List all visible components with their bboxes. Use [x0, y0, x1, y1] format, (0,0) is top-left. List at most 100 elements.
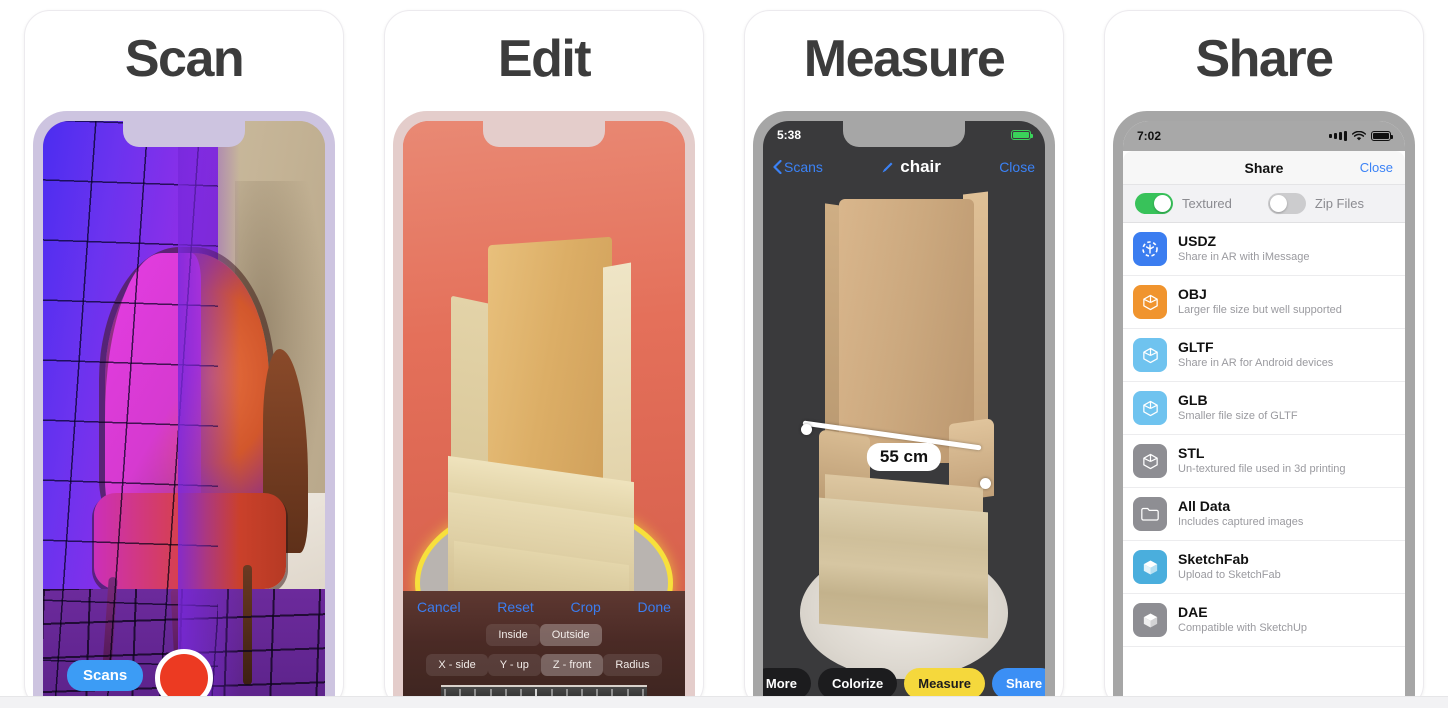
screenshot-stage: Scan Scans Edit Cancel Reset Crop Done I…: [0, 0, 1448, 708]
toggle-knob: [1269, 195, 1287, 212]
scan-name: chair: [900, 157, 941, 176]
edit-toolbar: Cancel Reset Crop Done Inside Outside X …: [403, 591, 685, 708]
segment-z-front[interactable]: Z - front: [540, 654, 604, 676]
format-subtitle: Share in AR for Android devices: [1178, 357, 1334, 370]
measurement-value-label: 55 cm: [866, 443, 942, 471]
cancel-button[interactable]: Cancel: [417, 599, 461, 615]
format-title: GLTF: [1178, 339, 1214, 356]
phone-frame-share: 7:02 Share Close Textured Zip Files USDZ…: [1113, 111, 1415, 708]
segment-radius[interactable]: Radius: [603, 654, 662, 676]
format-title: OBJ: [1178, 286, 1207, 303]
cube-outline-icon: [1133, 391, 1167, 425]
scan-title: chair: [881, 157, 941, 177]
segment-outside[interactable]: Outside: [539, 624, 602, 646]
share-sheet: Share Close Textured Zip Files USDZ Shar…: [1123, 151, 1405, 708]
chevron-left-icon: [773, 160, 782, 174]
textured-toggle[interactable]: [1135, 193, 1173, 214]
back-label: Scans: [784, 159, 823, 175]
share-screen: 7:02 Share Close Textured Zip Files USDZ…: [1123, 121, 1405, 708]
format-subtitle: Upload to SketchFab: [1178, 569, 1281, 582]
edit-screen: Cancel Reset Crop Done Inside Outside X …: [403, 121, 685, 708]
card-title-scan: Scan: [124, 30, 245, 88]
format-subtitle: Includes captured images: [1178, 516, 1304, 529]
status-time: 5:38: [777, 128, 802, 142]
measure-button[interactable]: Measure: [904, 668, 985, 699]
list-item[interactable]: DAE Compatible with SketchUp: [1123, 594, 1405, 647]
list-item[interactable]: STL Un-textured file used in 3d printing: [1123, 435, 1405, 488]
edit-model-side-right: [603, 262, 632, 496]
colorize-button[interactable]: Colorize: [817, 668, 898, 699]
format-subtitle: Larger file size but well supported: [1178, 304, 1342, 317]
done-button[interactable]: Done: [638, 599, 671, 615]
notch: [123, 121, 245, 147]
notch: [483, 121, 605, 147]
scan-mesh-fade: [178, 121, 241, 708]
reset-button[interactable]: Reset: [497, 599, 534, 615]
close-button[interactable]: Close: [999, 159, 1035, 175]
card-share: Share 7:02 Share Close Textured Zip File…: [1104, 10, 1424, 708]
phone-frame-measure: 5:38 Scans chair Close 55 cm More Colori…: [753, 111, 1055, 708]
battery-icon: [1371, 131, 1393, 141]
more-button[interactable]: More: [763, 668, 811, 699]
format-subtitle: Un-textured file used in 3d printing: [1178, 463, 1346, 476]
ar-cube-icon: [1133, 232, 1167, 266]
status-time: 7:02: [1137, 129, 1162, 143]
region-segmented-control: Inside Outside: [403, 624, 685, 646]
share-sheet-title: Share: [1244, 159, 1284, 176]
battery-charging-icon: [1011, 130, 1033, 140]
share-options-row: Textured Zip Files: [1123, 185, 1405, 223]
card-scan: Scan Scans: [24, 10, 344, 708]
format-subtitle: Compatible with SketchUp: [1178, 622, 1308, 635]
format-title: GLB: [1178, 392, 1208, 409]
card-title-measure: Measure: [803, 30, 1006, 88]
back-to-scans-button[interactable]: Scans: [773, 159, 823, 175]
card-measure: Measure 5:38 Scans chair Close 55 cm Mor…: [744, 10, 1064, 708]
card-title-edit: Edit: [497, 30, 592, 88]
measure-model-body: [819, 497, 989, 639]
list-item[interactable]: SketchFab Upload to SketchFab: [1123, 541, 1405, 594]
card-edit: Edit Cancel Reset Crop Done Inside Outsi…: [384, 10, 704, 708]
axis-segmented-control: X - side Y - up Z - front Radius: [403, 654, 685, 676]
segment-x-side[interactable]: X - side: [426, 654, 488, 676]
pencil-icon: [882, 162, 893, 172]
scan-camera-view: [43, 121, 325, 708]
format-subtitle: Share in AR with iMessage: [1178, 251, 1310, 264]
format-title: STL: [1178, 445, 1205, 462]
share-sheet-header: Share Close: [1123, 151, 1405, 185]
page-bottom-strip: [0, 696, 1448, 708]
wifi-icon: [1352, 130, 1366, 140]
measure-nav-bar: Scans chair Close: [763, 151, 1045, 183]
cube-solid-icon: [1133, 550, 1167, 584]
zip-files-toggle[interactable]: [1267, 193, 1306, 214]
cube-outline-icon: [1133, 444, 1167, 478]
measure-screen: 5:38 Scans chair Close 55 cm More Colori…: [763, 121, 1045, 708]
list-item[interactable]: GLB Smaller file size of GLTF: [1123, 382, 1405, 435]
folder-icon: [1133, 497, 1167, 531]
edit-actions-row: Cancel Reset Crop Done: [403, 591, 685, 615]
measurement-handle-start[interactable]: [801, 424, 813, 435]
toggle-knob: [1154, 195, 1171, 212]
format-title: SketchFab: [1178, 551, 1249, 568]
list-item[interactable]: GLTF Share in AR for Android devices: [1123, 329, 1405, 382]
list-item[interactable]: USDZ Share in AR with iMessage: [1123, 223, 1405, 276]
scan-screen: Scans: [43, 121, 325, 708]
phone-frame-scan: Scans: [33, 111, 335, 708]
status-bar-measure: 5:38: [763, 121, 1045, 149]
scans-button[interactable]: Scans: [67, 660, 144, 691]
status-bar-share: 7:02: [1123, 121, 1405, 151]
textured-label: Textured: [1182, 196, 1232, 211]
share-close-button[interactable]: Close: [1360, 160, 1393, 175]
crop-button[interactable]: Crop: [570, 599, 600, 615]
list-item[interactable]: All Data Includes captured images: [1123, 488, 1405, 541]
format-subtitle: Smaller file size of GLTF: [1178, 410, 1298, 423]
segment-y-up[interactable]: Y - up: [487, 654, 541, 676]
format-title: All Data: [1178, 498, 1231, 515]
format-title: USDZ: [1178, 233, 1217, 250]
phone-frame-edit: Cancel Reset Crop Done Inside Outside X …: [393, 111, 695, 708]
list-item[interactable]: OBJ Larger file size but well supported: [1123, 276, 1405, 329]
cube-solid-icon: [1133, 603, 1167, 637]
zip-files-label: Zip Files: [1314, 196, 1364, 211]
cellular-signal-icon: [1329, 131, 1347, 141]
share-button[interactable]: Share: [991, 668, 1045, 699]
segment-inside[interactable]: Inside: [486, 624, 540, 646]
